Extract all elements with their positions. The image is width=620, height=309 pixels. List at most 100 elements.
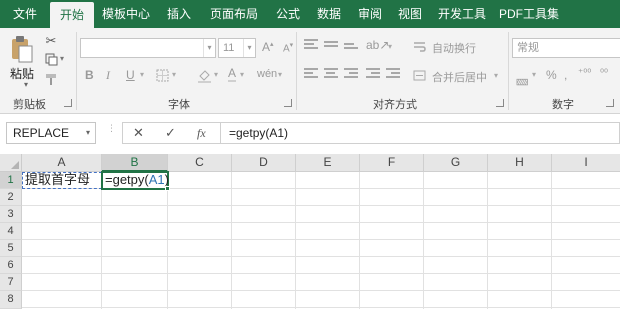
ribbon-separator <box>76 32 77 110</box>
comma-style-icon[interactable]: , <box>564 68 567 82</box>
select-all-button[interactable] <box>0 154 22 172</box>
formula-text: =getpy(A1) <box>229 126 289 140</box>
formula-bar: REPLACE ▾ ⋮ ✕ ✓ fx =getpy(A1) <box>0 114 620 154</box>
number-format-box[interactable]: 常规 <box>512 38 620 58</box>
font-color-dropdown-icon[interactable]: ▾ <box>240 70 244 79</box>
orientation-dropdown-icon[interactable]: ▾ <box>388 42 392 51</box>
chevron-down-icon[interactable]: ▾ <box>203 39 215 57</box>
row-header-2[interactable]: 2 <box>0 189 22 206</box>
underline-icon[interactable]: U <box>126 68 135 82</box>
borders-dropdown-icon[interactable]: ▾ <box>172 70 176 79</box>
font-size-box[interactable]: 11 ▾ <box>218 38 256 58</box>
shrink-font-icon[interactable]: A▾ <box>283 41 293 54</box>
column-header-d[interactable]: D <box>232 154 296 172</box>
column-header-b[interactable]: B <box>102 154 168 172</box>
gridline <box>231 172 232 309</box>
merge-center-icon[interactable] <box>412 68 426 82</box>
row-header-1[interactable]: 1 <box>0 172 22 189</box>
tab-data[interactable]: 数据 <box>308 0 350 28</box>
column-header-c[interactable]: C <box>168 154 232 172</box>
column-header-e[interactable]: E <box>296 154 360 172</box>
tab-template-center[interactable]: 模板中心 <box>94 0 158 28</box>
tab-pdf-tools[interactable]: PDF工具集 <box>494 0 564 28</box>
clipboard-launcher-icon[interactable] <box>64 99 72 107</box>
name-box[interactable]: REPLACE ▾ <box>6 122 96 144</box>
row-header-5[interactable]: 5 <box>0 240 22 257</box>
italic-icon[interactable]: I <box>106 68 110 83</box>
cell-b1[interactable]: =getpy(A1) <box>105 172 169 189</box>
wrap-text-button[interactable]: 自动换行 <box>432 40 476 56</box>
copy-icon[interactable] <box>44 52 58 66</box>
resize-handle-icon[interactable]: ⋮ <box>107 124 116 140</box>
name-box-value: REPLACE <box>13 126 70 140</box>
merge-center-button[interactable]: 合并后居中 <box>432 69 487 85</box>
column-header-f[interactable]: F <box>360 154 424 172</box>
enter-icon[interactable]: ✓ <box>165 123 176 143</box>
cell-area[interactable]: 提取首字母 =getpy(A1) <box>22 171 620 309</box>
borders-icon[interactable] <box>154 68 170 82</box>
paste-label[interactable]: 粘贴 <box>10 65 34 82</box>
increase-indent-icon[interactable] <box>386 68 400 79</box>
align-right-icon[interactable] <box>344 68 358 79</box>
row-header-3[interactable]: 3 <box>0 206 22 223</box>
font-launcher-icon[interactable] <box>284 99 292 107</box>
cut-icon[interactable]: ✂ <box>44 33 58 48</box>
grow-font-icon[interactable]: A▴ <box>262 40 274 54</box>
increase-decimal-icon[interactable]: ⁺⁰⁰ <box>578 68 591 79</box>
tab-page-layout[interactable]: 页面布局 <box>200 0 268 28</box>
wrap-text-icon[interactable] <box>412 39 426 53</box>
column-header-g[interactable]: G <box>424 154 488 172</box>
row-header-4[interactable]: 4 <box>0 223 22 240</box>
row-header-7[interactable]: 7 <box>0 274 22 291</box>
bold-icon[interactable]: B <box>85 68 94 82</box>
underline-dropdown-icon[interactable]: ▾ <box>140 70 144 79</box>
insert-function-icon[interactable]: fx <box>197 123 206 143</box>
chevron-down-icon[interactable]: ▾ <box>243 39 255 57</box>
decrease-decimal-icon[interactable]: ⁰⁰ <box>600 68 608 79</box>
align-middle-icon[interactable] <box>324 41 338 52</box>
chevron-down-icon[interactable]: ▾ <box>86 123 90 143</box>
accounting-format-icon[interactable]: 🝙 <box>516 68 528 93</box>
column-header-h[interactable]: H <box>488 154 552 172</box>
format-painter-icon[interactable] <box>44 72 58 86</box>
orientation-icon[interactable]: ab↗ <box>366 38 389 52</box>
tab-view[interactable]: 视图 <box>390 0 430 28</box>
gridline <box>167 172 168 309</box>
tab-developer[interactable]: 开发工具 <box>430 0 494 28</box>
cancel-icon[interactable]: ✕ <box>133 123 144 143</box>
phonetic-icon[interactable]: wén <box>257 68 277 80</box>
gridline <box>22 205 620 206</box>
formula-input[interactable]: =getpy(A1) <box>220 122 620 144</box>
gridline <box>22 307 620 308</box>
percent-style-icon[interactable]: % <box>546 68 557 82</box>
row-header-8[interactable]: 8 <box>0 291 22 309</box>
tab-insert[interactable]: 插入 <box>158 0 200 28</box>
merge-dropdown-icon[interactable]: ▾ <box>494 71 498 80</box>
tab-review[interactable]: 审阅 <box>350 0 390 28</box>
align-left-icon[interactable] <box>304 68 318 79</box>
accounting-dropdown-icon[interactable]: ▾ <box>532 70 536 79</box>
column-header-i[interactable]: I <box>552 154 620 172</box>
fill-color-dropdown-icon[interactable]: ▾ <box>214 70 218 79</box>
alignment-launcher-icon[interactable] <box>496 99 504 107</box>
number-launcher-icon[interactable] <box>606 99 614 107</box>
font-color-icon[interactable]: A <box>228 66 237 82</box>
paste-dropdown-icon[interactable]: ▾ <box>24 80 28 89</box>
fill-color-icon[interactable] <box>196 67 212 83</box>
row-header-6[interactable]: 6 <box>0 257 22 274</box>
tab-formulas[interactable]: 公式 <box>268 0 308 28</box>
column-header-a[interactable]: A <box>22 154 102 172</box>
paste-icon[interactable] <box>8 34 36 66</box>
cell-b1-formula-suffix: ) <box>164 172 169 187</box>
phonetic-dropdown-icon[interactable]: ▾ <box>278 70 282 79</box>
fill-handle[interactable] <box>165 186 170 191</box>
cell-a1[interactable]: 提取首字母 <box>25 172 90 189</box>
align-bottom-icon[interactable] <box>344 43 358 54</box>
tab-file[interactable]: 文件 <box>0 0 50 28</box>
align-top-icon[interactable] <box>304 39 318 50</box>
decrease-indent-icon[interactable] <box>366 68 380 79</box>
tab-home[interactable]: 开始 <box>50 2 94 28</box>
copy-dropdown-icon[interactable]: ▾ <box>60 54 64 63</box>
font-name-box[interactable]: ▾ <box>80 38 216 58</box>
align-center-icon[interactable] <box>324 68 338 79</box>
